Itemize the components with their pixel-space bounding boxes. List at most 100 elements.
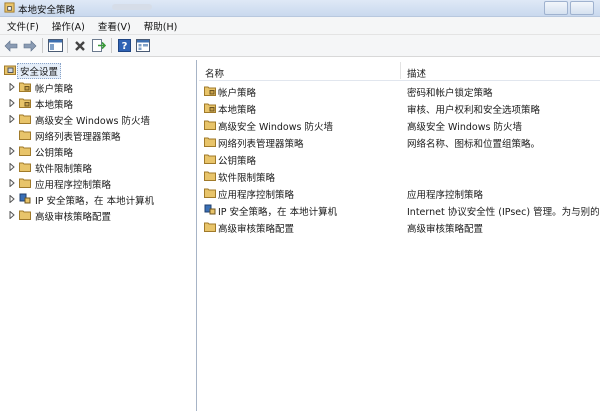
- row-name: 帐户策略: [218, 88, 257, 99]
- row-name: 应用程序控制策略: [218, 190, 295, 201]
- folder-icon: [19, 114, 31, 124]
- lock-folder-icon: [204, 103, 216, 113]
- tree-item-label: 高级安全 Windows 防火墙: [35, 116, 150, 127]
- tree-item-advanced-audit[interactable]: 高级审核策略配置: [0, 207, 196, 223]
- list-row[interactable]: IP 安全策略，在 本地计算机 Internet 协议安全性 (IPsec) 管…: [199, 202, 600, 218]
- row-description: 高级审核策略配置: [407, 224, 484, 235]
- folder-icon: [19, 178, 31, 188]
- row-description: 审核、用户权利和安全选项策略: [407, 105, 541, 116]
- tree-item-app-control[interactable]: 应用程序控制策略: [0, 175, 196, 191]
- list-row[interactable]: 本地策略 审核、用户权利和安全选项策略: [199, 100, 600, 116]
- tree-item-firewall[interactable]: 高级安全 Windows 防火墙: [0, 111, 196, 127]
- list-row[interactable]: 高级安全 Windows 防火墙 高级安全 Windows 防火墙: [199, 117, 600, 133]
- expand-arrow-icon[interactable]: [9, 147, 15, 155]
- tree-item-label: 帐户策略: [35, 84, 74, 95]
- expand-arrow-icon[interactable]: [9, 83, 15, 91]
- expand-arrow-icon[interactable]: [9, 179, 15, 187]
- list-row[interactable]: 帐户策略 密码和帐户锁定策略: [199, 83, 600, 99]
- delete-button[interactable]: [72, 38, 88, 54]
- folder-icon: [204, 137, 216, 147]
- svg-text:?: ?: [121, 41, 127, 52]
- app-icon: [4, 2, 15, 13]
- window-controls: [544, 1, 594, 15]
- row-name: IP 安全策略，在 本地计算机: [218, 207, 338, 218]
- expand-arrow-icon[interactable]: [9, 99, 15, 107]
- lock-folder-icon: [19, 82, 31, 92]
- tree-root[interactable]: 安全设置: [0, 62, 196, 79]
- column-name-header[interactable]: 名称: [205, 66, 224, 80]
- forward-arrow-icon: [23, 39, 37, 52]
- folder-icon: [19, 130, 31, 140]
- window-title: 本地安全策略: [18, 5, 76, 16]
- back-button[interactable]: [3, 38, 19, 54]
- expand-arrow-icon[interactable]: [9, 211, 15, 219]
- help-icon: ?: [117, 39, 131, 52]
- tree-item-label: 公钥策略: [35, 148, 74, 159]
- row-description: 高级安全 Windows 防火墙: [407, 122, 522, 133]
- ip-security-icon: [204, 204, 216, 215]
- folder-icon: [19, 210, 31, 220]
- lock-folder-icon: [204, 86, 216, 96]
- list-row[interactable]: 应用程序控制策略 应用程序控制策略: [199, 185, 600, 201]
- properties-icon: [136, 39, 150, 52]
- folder-icon: [204, 120, 216, 130]
- list-pane: 名称 描述 帐户策略 密码和帐户锁定策略 本地策略 审核、用户权利和安全选项策略…: [199, 60, 600, 411]
- toolbar-separator: [42, 38, 43, 53]
- toolbar-separator: [67, 38, 68, 53]
- expand-arrow-icon[interactable]: [9, 115, 15, 123]
- tree-root-label: 安全设置: [17, 63, 62, 79]
- folder-icon: [204, 154, 216, 164]
- row-name: 公钥策略: [218, 156, 257, 167]
- show-hide-tree-button[interactable]: [47, 38, 63, 54]
- folder-icon: [19, 146, 31, 156]
- toolbar: ?: [0, 35, 600, 57]
- tree-item-label: 应用程序控制策略: [35, 180, 112, 191]
- menu-action[interactable]: 操作(A): [45, 19, 91, 33]
- row-description: Internet 协议安全性 (IPsec) 管理。为与别的: [407, 207, 600, 218]
- expand-arrow-icon[interactable]: [9, 163, 15, 171]
- export-list-button[interactable]: [91, 38, 107, 54]
- row-name: 网络列表管理器策略: [218, 139, 304, 150]
- tree-pane: 安全设置 帐户策略 本地策略 高级安全 Windows 防火墙 网络列表管理器策…: [0, 60, 197, 411]
- tree-item-public-key[interactable]: 公钥策略: [0, 143, 196, 159]
- tree-item-local-policy[interactable]: 本地策略: [0, 95, 196, 111]
- lock-folder-icon: [19, 98, 31, 108]
- folder-icon: [204, 188, 216, 198]
- row-name: 软件限制策略: [218, 173, 276, 184]
- help-button[interactable]: ?: [116, 38, 132, 54]
- expand-arrow-icon[interactable]: [9, 195, 15, 203]
- list-row[interactable]: 网络列表管理器策略 网络名称、图标和位置组策略。: [199, 134, 600, 150]
- ip-security-icon: [19, 193, 31, 204]
- folder-icon: [204, 222, 216, 232]
- menu-help[interactable]: 帮助(H): [137, 19, 184, 33]
- folder-icon: [19, 162, 31, 172]
- tree-item-ip-security[interactable]: IP 安全策略，在 本地计算机: [0, 191, 196, 207]
- row-name: 高级审核策略配置: [218, 224, 295, 235]
- list-row[interactable]: 公钥策略: [199, 151, 600, 167]
- menu-view[interactable]: 查看(V): [91, 19, 137, 33]
- properties-button[interactable]: [135, 38, 151, 54]
- tree-item-account-policy[interactable]: 帐户策略: [0, 79, 196, 95]
- maximize-button[interactable]: [570, 1, 594, 15]
- row-name: 本地策略: [218, 105, 257, 116]
- tree-item-label: IP 安全策略，在 本地计算机: [35, 196, 155, 207]
- security-settings-icon: [4, 65, 16, 75]
- column-description-header[interactable]: 描述: [407, 66, 426, 80]
- list-row[interactable]: 软件限制策略: [199, 168, 600, 184]
- menu-file[interactable]: 文件(F): [0, 19, 45, 33]
- tree-item-software-restriction[interactable]: 软件限制策略: [0, 159, 196, 175]
- show-hide-tree-icon: [47, 39, 63, 52]
- forward-button[interactable]: [22, 38, 38, 54]
- menu-bar: 文件(F) 操作(A) 查看(V) 帮助(H): [0, 17, 600, 35]
- row-description: 网络名称、图标和位置组策略。: [407, 139, 541, 150]
- export-list-icon: [92, 39, 106, 52]
- tree-item-label: 高级审核策略配置: [35, 212, 112, 223]
- tree-item-network-list[interactable]: 网络列表管理器策略: [0, 127, 196, 143]
- column-divider[interactable]: [400, 62, 401, 79]
- minimize-button[interactable]: [544, 1, 568, 15]
- tree-item-label: 本地策略: [35, 100, 74, 111]
- folder-icon: [204, 171, 216, 181]
- blurred-title-region: [112, 4, 152, 10]
- list-row[interactable]: 高级审核策略配置 高级审核策略配置: [199, 219, 600, 235]
- back-arrow-icon: [4, 39, 18, 52]
